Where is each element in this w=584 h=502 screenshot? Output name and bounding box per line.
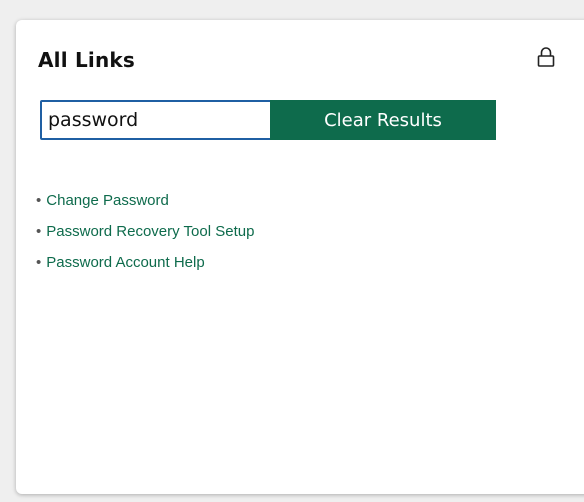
bullet-icon: • [36, 223, 42, 240]
list-item: • Change Password [36, 185, 254, 216]
link-password-account-help[interactable]: Password Account Help [46, 254, 204, 271]
bullet-icon: • [36, 254, 42, 271]
search-input[interactable] [40, 100, 272, 140]
card-title: All Links [38, 48, 135, 72]
list-item: • Password Account Help [36, 247, 254, 278]
clear-results-button[interactable]: Clear Results [270, 100, 496, 140]
lock-icon[interactable] [536, 46, 556, 68]
link-password-recovery-tool-setup[interactable]: Password Recovery Tool Setup [46, 223, 254, 240]
search-row: Clear Results [40, 100, 496, 140]
results-list: • Change Password • Password Recovery Tool… [36, 185, 254, 278]
bullet-icon: • [36, 192, 42, 209]
all-links-card: All Links Clear Results •Change Password… [16, 20, 584, 494]
list-item: • Password Recovery Tool Setup [36, 216, 254, 247]
link-change-password[interactable]: Change Password [46, 192, 169, 209]
